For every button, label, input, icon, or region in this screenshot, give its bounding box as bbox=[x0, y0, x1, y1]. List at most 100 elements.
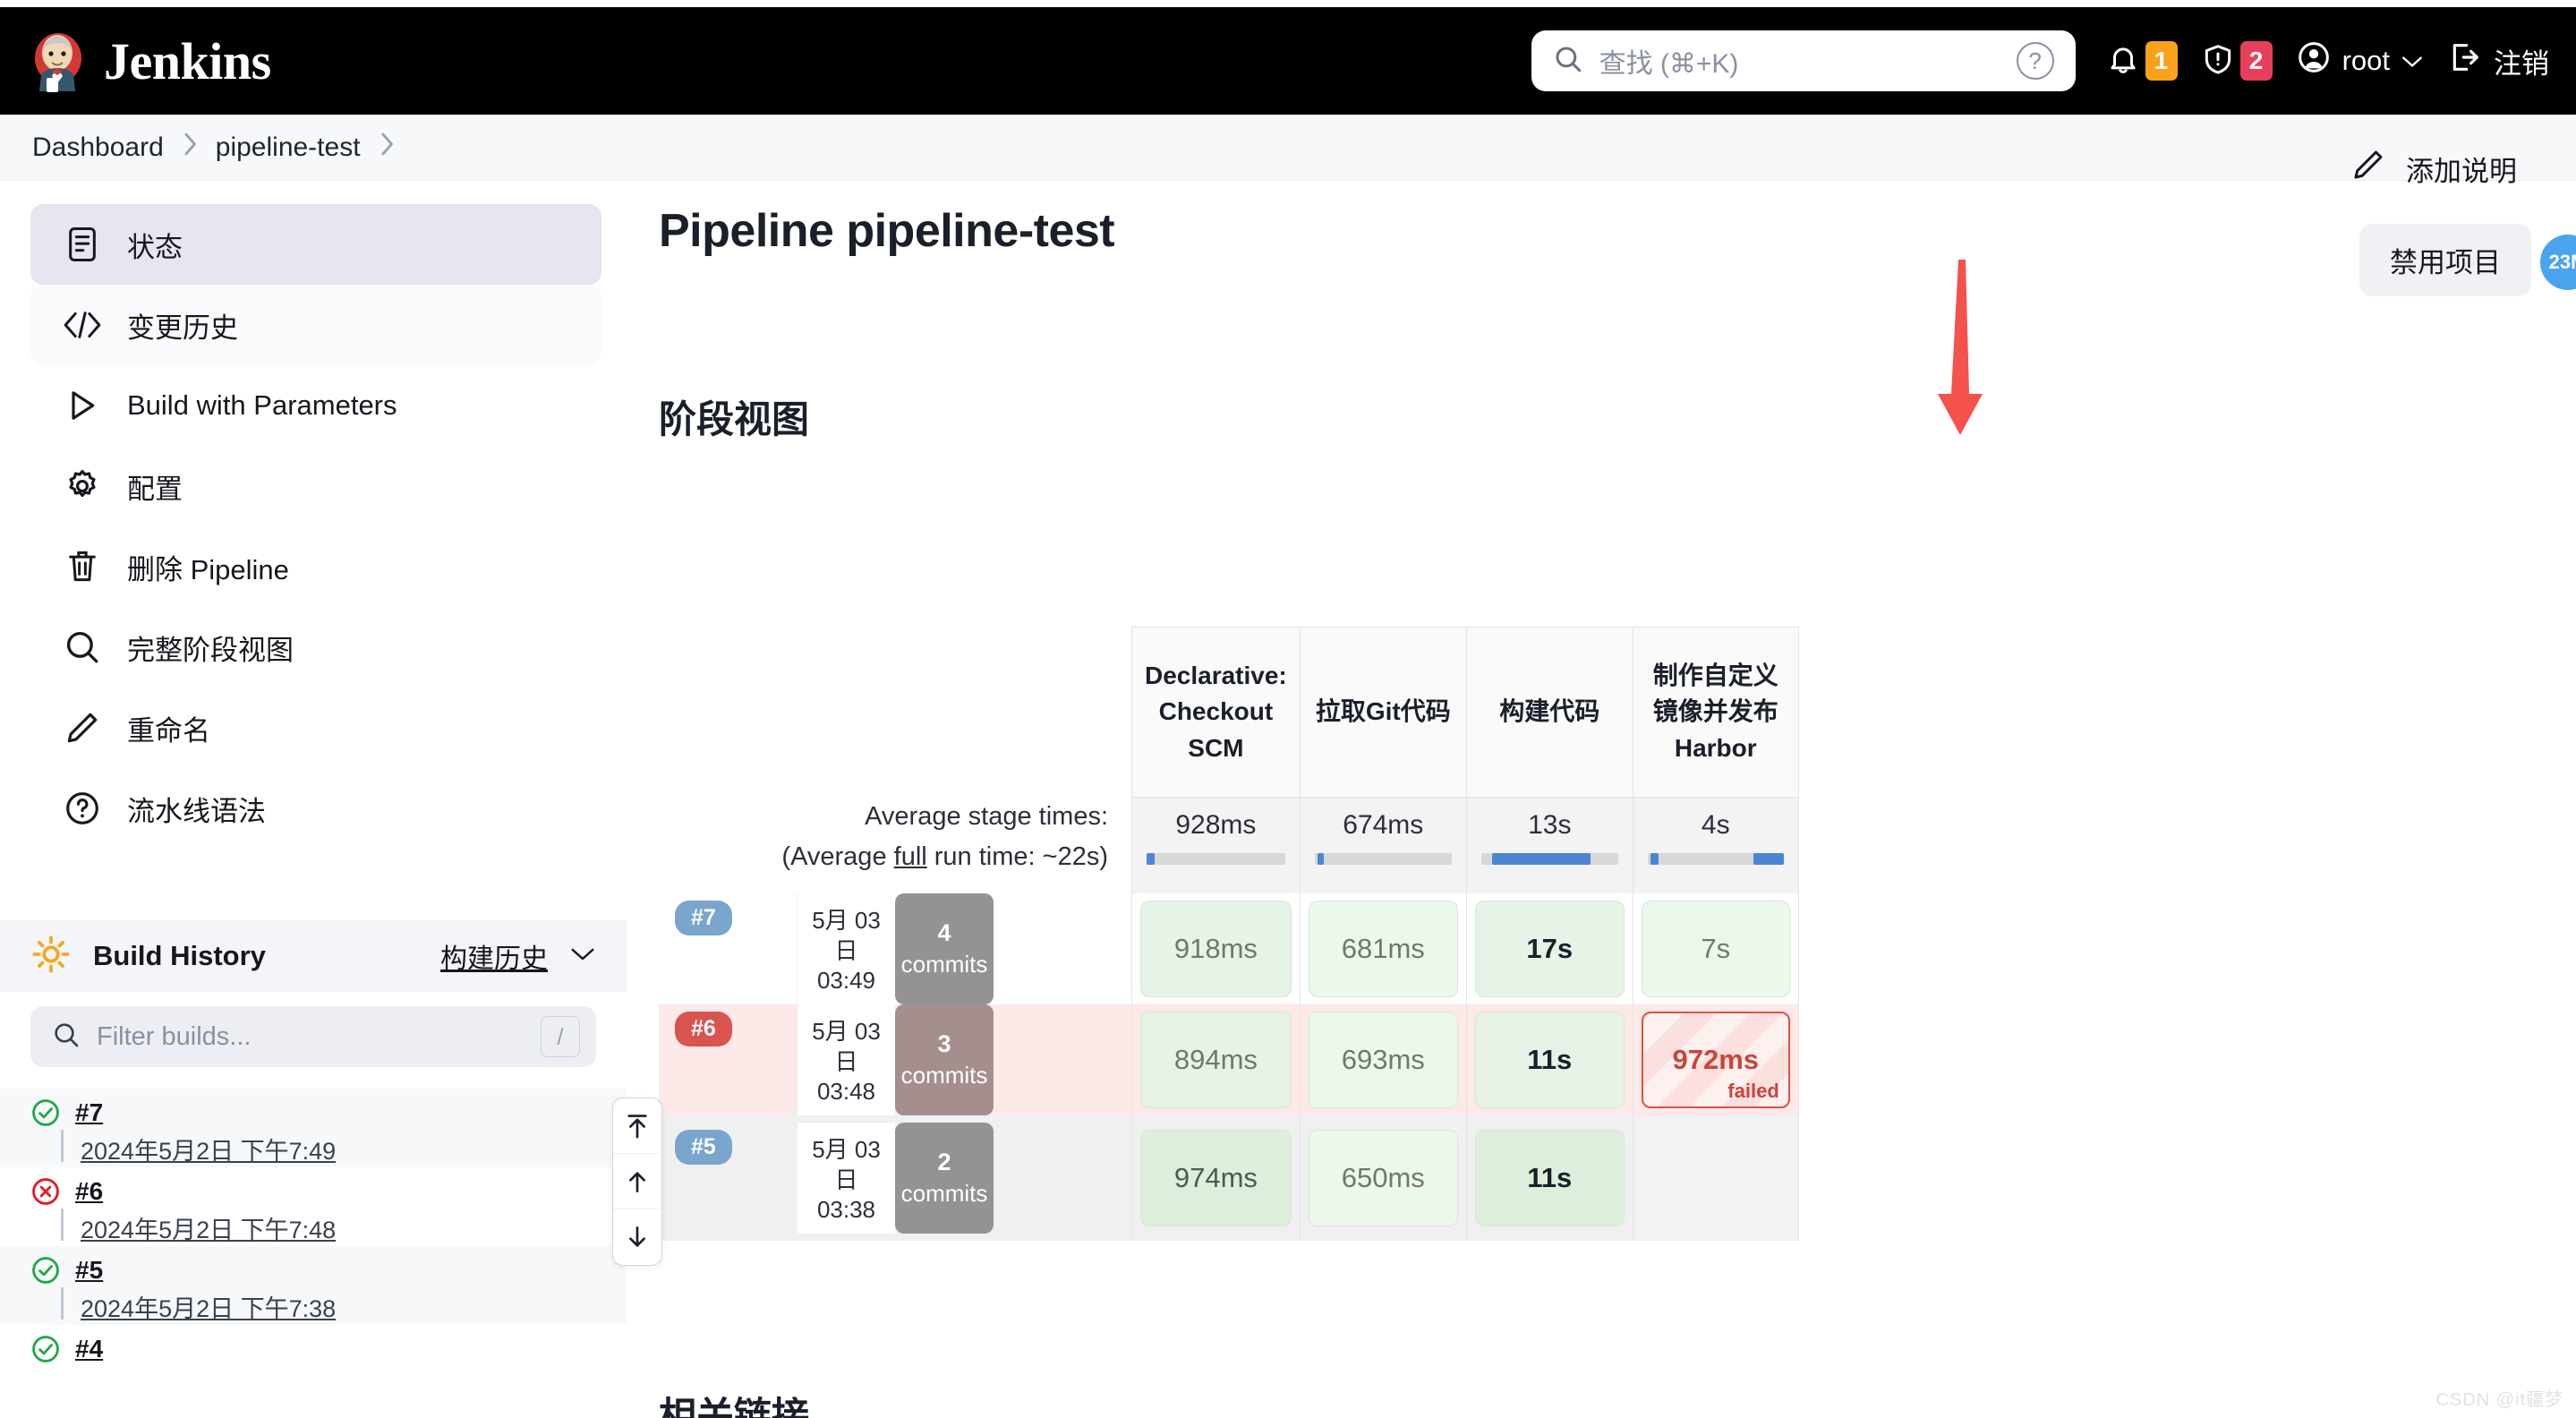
build-item-head: #4 bbox=[30, 1325, 596, 1364]
stage-average-bar-fill bbox=[1317, 853, 1325, 865]
user-name-label: root bbox=[2341, 45, 2390, 76]
build-number-link[interactable]: #5 bbox=[75, 1256, 103, 1285]
sidebar-item-label: 删除 Pipeline bbox=[127, 553, 289, 585]
run-build-badge[interactable]: #5 bbox=[675, 1129, 732, 1165]
stage-run-cell[interactable]: 17s bbox=[1465, 893, 1633, 1004]
stage-average-bar bbox=[1647, 853, 1784, 865]
breadcrumb-item-pipeline-test[interactable]: pipeline-test bbox=[216, 132, 361, 163]
run-commits-box[interactable]: 3 commits bbox=[895, 1004, 994, 1115]
sidebar-item-configure[interactable]: 配置 bbox=[30, 446, 601, 526]
global-search-box[interactable]: 查找 (⌘+K) ? bbox=[1531, 30, 2076, 91]
run-date-daychar: 日 bbox=[834, 1047, 858, 1075]
build-number-link[interactable]: #4 bbox=[75, 1335, 103, 1363]
average-stage-times-label: Average stage times: (Average full run t… bbox=[659, 797, 1131, 893]
stage-average-bar-fill bbox=[1492, 853, 1591, 865]
filter-builds-input[interactable]: Filter builds... / bbox=[30, 1006, 596, 1067]
build-list-item[interactable]: #5 2024年5月2日 下午7:38 bbox=[0, 1246, 627, 1325]
build-date-link[interactable]: 2024年5月2日 下午7:38 bbox=[61, 1287, 596, 1324]
sidebar-item-rename[interactable]: 重命名 bbox=[30, 688, 601, 768]
stage-run-cell[interactable]: 918ms bbox=[1131, 893, 1300, 1004]
average-full-run-time-line: (Average full run time: ~22s) bbox=[659, 837, 1108, 877]
stage-failed-duration: 972ms bbox=[1672, 1043, 1760, 1075]
stage-run-cell-empty bbox=[1632, 1115, 1799, 1241]
run-commits-box[interactable]: 2 commits bbox=[895, 1122, 994, 1234]
build-list-item[interactable]: #7 2024年5月2日 下午7:49 bbox=[0, 1089, 627, 1167]
sidebar-item-pipeline-syntax[interactable]: 流水线语法 bbox=[30, 768, 601, 849]
sidebar-item-full-stage-view[interactable]: 完整阶段视图 bbox=[30, 607, 601, 688]
help-question-icon[interactable]: ? bbox=[2016, 42, 2054, 80]
run-commits-label: commits bbox=[900, 1179, 988, 1207]
logout-label: 注销 bbox=[2494, 47, 2549, 80]
disable-project-button[interactable]: 禁用项目 bbox=[2359, 224, 2531, 296]
top-header-bar: Jenkins 查找 (⌘+K) ? 1 2 root 注销 bbox=[0, 7, 2576, 115]
sidebar-item-changes[interactable]: 变更历史 bbox=[30, 285, 601, 365]
stage-run-cell[interactable]: 650ms bbox=[1299, 1115, 1466, 1241]
run-build-badge[interactable]: #6 bbox=[675, 1011, 732, 1046]
run-date-monthday: 5月 03 bbox=[812, 1017, 881, 1045]
filter-builds-placeholder[interactable]: Filter builds... bbox=[97, 1022, 525, 1052]
stage-run-cell[interactable]: 974ms bbox=[1131, 1115, 1300, 1241]
build-list-scroll-nav bbox=[612, 1098, 662, 1266]
scroll-to-top-icon[interactable] bbox=[613, 1098, 661, 1154]
run-date-monthday: 5月 03 bbox=[812, 1135, 881, 1163]
stage-average-value: 928ms bbox=[1175, 810, 1257, 840]
build-date-link[interactable]: 2024年5月2日 下午7:49 bbox=[61, 1130, 596, 1166]
sidebar-item-delete-pipeline[interactable]: 删除 Pipeline bbox=[30, 526, 601, 607]
add-description-button[interactable]: 添加说明 bbox=[2350, 147, 2517, 190]
stage-view-section-title: 阶段视图 bbox=[659, 398, 810, 440]
breadcrumb: Dashboard pipeline-test bbox=[0, 115, 2576, 181]
pencil-icon bbox=[63, 708, 102, 747]
stage-average-value: 4s bbox=[1701, 810, 1730, 840]
stage-column-header: 制作自定义镜像并发布Harbor bbox=[1632, 627, 1799, 797]
sidebar-item-status[interactable]: 状态 bbox=[30, 204, 601, 285]
build-number-link[interactable]: #7 bbox=[75, 1098, 103, 1127]
run-commits-box[interactable]: 4 commits bbox=[895, 893, 994, 1004]
stage-average-cell: 4s bbox=[1632, 797, 1799, 893]
stage-run-cell[interactable]: 11s bbox=[1465, 1004, 1633, 1115]
average-times-row: Average stage times: (Average full run t… bbox=[659, 797, 1799, 893]
breadcrumb-item-dashboard[interactable]: Dashboard bbox=[32, 132, 164, 163]
stage-run-row: #5 5月 03 日 03:38 2 commits 974ms 650ms 1… bbox=[659, 1115, 1799, 1241]
stage-duration-value-failed: 972ms failed bbox=[1641, 1011, 1790, 1108]
play-triangle-icon bbox=[63, 386, 102, 425]
related-links-title: 相关链接 bbox=[659, 1395, 810, 1418]
stage-header-row: Declarative: Checkout SCM 拉取Git代码 构建代码 制… bbox=[659, 627, 1799, 797]
build-date-link[interactable]: 2024年5月2日 下午7:48 bbox=[61, 1209, 596, 1245]
brand-area[interactable]: Jenkins bbox=[0, 31, 271, 92]
sidebar-item-label: 状态 bbox=[127, 231, 183, 263]
search-icon bbox=[63, 628, 102, 667]
run-label-inner: #5 5月 03 日 03:38 2 commits bbox=[659, 1122, 1131, 1234]
stage-column-header: 构建代码 bbox=[1465, 627, 1633, 797]
run-commits-label: commits bbox=[900, 1061, 988, 1089]
run-tail bbox=[994, 893, 1131, 1004]
build-history-title: Build History bbox=[93, 940, 266, 971]
stage-run-cell[interactable]: 693ms bbox=[1299, 1004, 1466, 1115]
run-commits-count: 3 bbox=[937, 1030, 951, 1058]
logout-button[interactable]: 注销 bbox=[2447, 39, 2549, 82]
build-list-item[interactable]: #4 bbox=[0, 1325, 627, 1404]
stage-run-cell[interactable]: 7s bbox=[1632, 893, 1799, 1004]
arrow-up-icon[interactable] bbox=[613, 1154, 661, 1209]
stage-run-cell[interactable]: 894ms bbox=[1131, 1004, 1300, 1115]
stage-run-row: #6 5月 03 日 03:48 3 commits 894ms 693ms 1… bbox=[659, 1004, 1799, 1115]
run-build-badge[interactable]: #7 bbox=[675, 900, 732, 935]
sidebar-item-build-with-parameters[interactable]: Build with Parameters bbox=[30, 365, 601, 446]
search-icon bbox=[1553, 44, 1583, 79]
stage-average-bar bbox=[1480, 853, 1618, 865]
build-number-link[interactable]: #6 bbox=[75, 1177, 103, 1206]
stage-run-cell-failed[interactable]: 972ms failed bbox=[1632, 1004, 1799, 1115]
build-history-link[interactable]: 构建历史 bbox=[440, 936, 548, 976]
build-list-item[interactable]: #6 2024年5月2日 下午7:48 bbox=[0, 1167, 627, 1246]
run-label-inner: #7 5月 03 日 03:49 4 commits bbox=[659, 893, 1131, 1004]
search-input[interactable]: 查找 (⌘+K) bbox=[1599, 41, 2000, 81]
build-history-list: #7 2024年5月2日 下午7:49 #6 2024年5月2日 下午7:48 bbox=[0, 1089, 627, 1404]
user-menu-button[interactable]: root bbox=[2296, 39, 2424, 82]
arrow-down-icon[interactable] bbox=[613, 1209, 661, 1265]
chevron-down-icon[interactable] bbox=[569, 945, 596, 968]
stage-average-bar-fill bbox=[1147, 853, 1156, 865]
notifications-button[interactable]: 1 bbox=[2106, 41, 2178, 81]
security-warnings-button[interactable]: 2 bbox=[2201, 41, 2273, 81]
sidebar-item-label: Build with Parameters bbox=[127, 389, 397, 421]
stage-run-cell[interactable]: 681ms bbox=[1299, 893, 1466, 1004]
stage-run-cell[interactable]: 11s bbox=[1465, 1115, 1633, 1241]
